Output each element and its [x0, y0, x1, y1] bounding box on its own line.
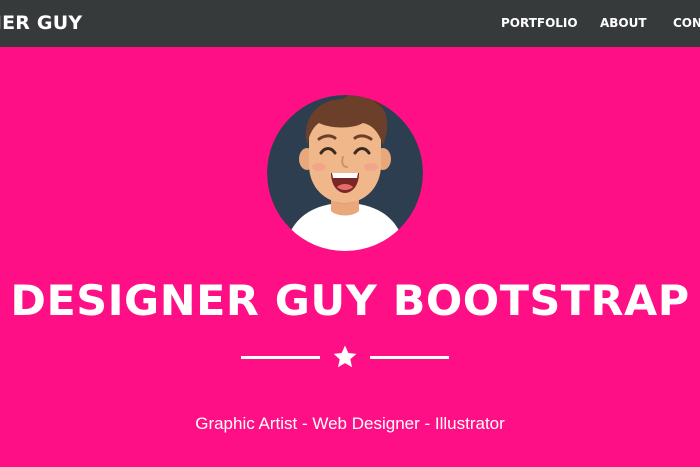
nav-link-about[interactable]: ABOUT [600, 16, 647, 30]
navbar: NER GUY PORTFOLIO ABOUT CON [0, 0, 700, 47]
masthead-heading: DESIGNER GUY BOOTSTRAP [10, 276, 690, 325]
divider-line-right [370, 356, 449, 359]
navbar-brand[interactable]: NER GUY [0, 12, 82, 34]
avatar-icon [267, 95, 423, 251]
nav-link-contact[interactable]: CON [673, 16, 700, 30]
star-icon [333, 345, 357, 368]
nav-link-portfolio[interactable]: PORTFOLIO [501, 16, 578, 30]
divider-line-left [241, 356, 320, 359]
masthead-subheading: Graphic Artist - Web Designer - Illustra… [195, 414, 505, 433]
